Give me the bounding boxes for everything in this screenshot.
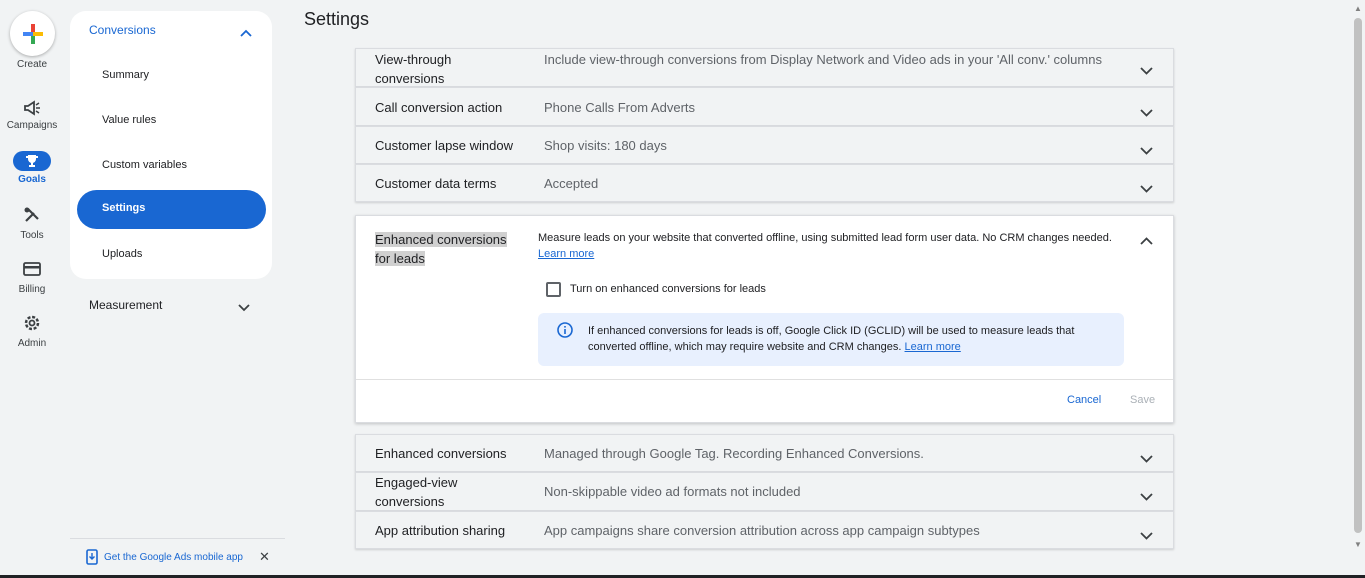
info-banner: If enhanced conversions for leads is off… (538, 313, 1124, 366)
setting-label: Customer lapse window (375, 138, 514, 153)
rail-label-tools: Tools (20, 230, 44, 241)
gear-icon (22, 313, 42, 333)
chevron-down-icon (1140, 180, 1153, 198)
left-rail: Create Campaigns Goals Tools Billing Adm… (0, 0, 64, 578)
rail-item-tools[interactable]: Tools (0, 205, 64, 251)
rail-label-goals: Goals (18, 174, 46, 185)
expanded-description: Measure leads on your website that conve… (538, 230, 1138, 262)
create-label: Create (16, 59, 47, 70)
subnav-item-settings-label: Settings (102, 202, 146, 214)
setting-label: App attribution sharing (375, 523, 506, 538)
chevron-down-icon (1140, 62, 1153, 80)
setting-label: Call conversion action (375, 100, 503, 115)
setting-label: Enhanced conversions (375, 446, 507, 461)
subnav-item-value-rules[interactable]: Value rules (102, 114, 156, 126)
chevron-up-icon[interactable] (1140, 232, 1153, 250)
description-text: Measure leads on your website that conve… (538, 232, 1112, 244)
enhanced-leads-checkbox[interactable] (546, 282, 561, 297)
chevron-down-icon[interactable] (238, 299, 250, 317)
setting-value: Shop visits: 180 days (544, 138, 667, 153)
rail-label-billing: Billing (18, 284, 46, 295)
info-learn-more-link[interactable]: Learn more (905, 341, 961, 353)
megaphone-icon (22, 98, 42, 118)
scroll-up-arrow[interactable]: ▲ (1354, 4, 1362, 13)
setting-value: Non-skippable video ad formats not inclu… (544, 484, 801, 499)
chevron-down-icon (1140, 450, 1153, 468)
scroll-down-arrow[interactable]: ▼ (1354, 540, 1362, 549)
setting-row-customer-lapse[interactable]: Customer lapse window Shop visits: 180 d… (355, 126, 1174, 164)
promo-divider (70, 538, 285, 539)
close-icon[interactable]: ✕ (259, 549, 270, 565)
expanded-setting-enhanced-leads: Enhanced conversions for leads Measure l… (355, 215, 1174, 423)
chevron-up-icon[interactable] (240, 24, 252, 42)
setting-row-app-attribution[interactable]: App attribution sharing App campaigns sh… (355, 511, 1174, 549)
divider (356, 379, 1173, 380)
subnav-header-conversions[interactable]: Conversions (89, 23, 156, 37)
info-body: If enhanced conversions for leads is off… (588, 325, 1075, 353)
rail-label-campaigns: Campaigns (6, 120, 58, 131)
chevron-down-icon (1140, 527, 1153, 545)
trophy-icon (13, 151, 51, 171)
setting-value: Managed through Google Tag. Recording En… (544, 446, 924, 461)
subnav-item-settings[interactable]: Settings (77, 190, 266, 229)
chevron-down-icon (1140, 142, 1153, 160)
setting-row-enhanced-conversions[interactable]: Enhanced conversions Managed through Goo… (355, 434, 1174, 472)
setting-row-view-through[interactable]: View-through conversions Include view-th… (355, 48, 1174, 87)
plus-icon (22, 23, 43, 44)
conversions-subnav: Conversions Summary Value rules Custom v… (70, 11, 272, 279)
info-text: If enhanced conversions for leads is off… (588, 323, 1108, 355)
subnav-measurement[interactable]: Measurement (89, 298, 162, 312)
create-button[interactable] (10, 11, 55, 56)
subnav-item-custom-variables[interactable]: Custom variables (102, 159, 187, 171)
chevron-down-icon (1140, 488, 1153, 506)
subnav-item-summary[interactable]: Summary (102, 69, 149, 81)
setting-value: Phone Calls From Adverts (544, 100, 696, 115)
checkbox-label: Turn on enhanced conversions for leads (570, 283, 766, 295)
rail-item-billing[interactable]: Billing (0, 259, 64, 305)
promo-text: Get the Google Ads mobile app (104, 551, 243, 563)
rail-item-goals[interactable]: Goals (0, 148, 64, 194)
scrollbar-thumb[interactable] (1354, 18, 1362, 533)
info-icon (557, 322, 573, 343)
setting-value: Accepted (544, 176, 599, 191)
chevron-down-icon (1140, 104, 1153, 122)
setting-value: App campaigns share conversion attributi… (544, 523, 980, 538)
rail-item-campaigns[interactable]: Campaigns (0, 96, 64, 142)
expanded-label-text: Enhanced conversions for leads (375, 232, 507, 266)
page-title: Settings (304, 9, 370, 29)
setting-label: View-through conversions (375, 52, 452, 86)
phone-download-icon (86, 549, 98, 565)
setting-value: Include view-through conversions from Di… (544, 52, 1102, 67)
learn-more-link[interactable]: Learn more (538, 248, 594, 260)
setting-label: Customer data terms (375, 176, 497, 191)
subnav-item-uploads[interactable]: Uploads (102, 248, 142, 260)
setting-row-customer-data-terms[interactable]: Customer data terms Accepted (355, 164, 1174, 202)
save-button[interactable]: Save (1130, 394, 1155, 406)
setting-row-engaged-view[interactable]: Engaged-view conversions Non-skippable v… (355, 472, 1174, 511)
mobile-app-promo-link[interactable]: Get the Google Ads mobile app (86, 549, 243, 565)
setting-label: Engaged-view conversions (375, 475, 458, 509)
rail-item-admin[interactable]: Admin (0, 313, 64, 359)
cancel-button[interactable]: Cancel (1067, 394, 1101, 406)
tools-icon (22, 205, 42, 225)
rail-label-admin: Admin (17, 338, 47, 349)
setting-row-call-conversion[interactable]: Call conversion action Phone Calls From … (355, 87, 1174, 126)
expanded-setting-label: Enhanced conversions for leads (375, 230, 515, 268)
credit-card-icon (22, 259, 42, 279)
